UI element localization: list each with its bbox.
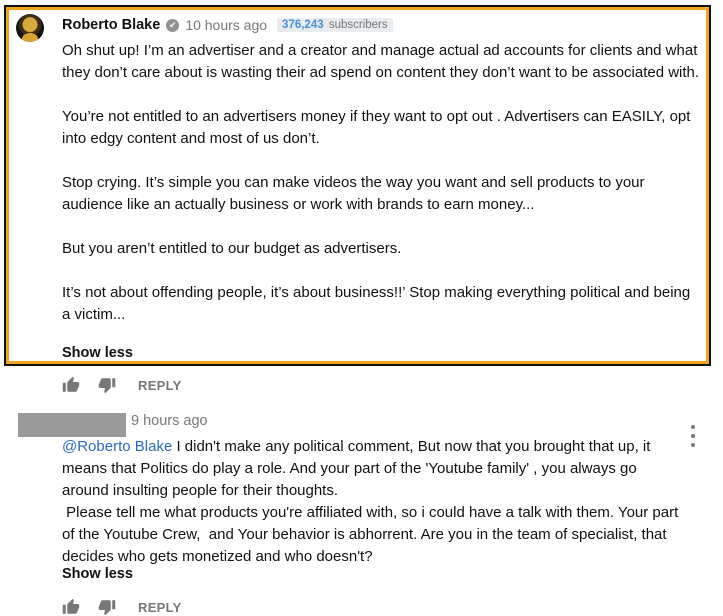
show-less-link[interactable]: Show less bbox=[62, 345, 133, 361]
subscriber-count: 376,243 bbox=[282, 19, 324, 31]
comment-text: @Roberto Blake I didn't make any politic… bbox=[62, 436, 682, 568]
comment-text: Oh shut up! I’m an advertiser and a crea… bbox=[62, 40, 702, 326]
verified-check-icon: ✔ bbox=[166, 18, 180, 32]
show-less-link[interactable]: Show less bbox=[62, 566, 133, 582]
comment-paragraph: But you aren’t entitled to our budget as… bbox=[62, 240, 402, 257]
subscriber-label: subscribers bbox=[328, 19, 388, 31]
comment-paragraph: It’s not about offending people, it’s ab… bbox=[62, 284, 691, 323]
thumbs-up-icon[interactable] bbox=[62, 598, 80, 616]
thumbs-down-icon[interactable] bbox=[98, 376, 116, 394]
subscriber-count-badge: 376,243 subscribers bbox=[277, 18, 393, 32]
comment-paragraph: Oh shut up! I’m an advertiser and a crea… bbox=[62, 42, 700, 81]
comment-paragraph: Please tell me what products you're affi… bbox=[62, 504, 683, 565]
comment-actions: REPLY bbox=[62, 376, 182, 394]
author-avatar[interactable] bbox=[16, 14, 44, 42]
comment-timestamp[interactable]: 9 hours ago bbox=[131, 413, 208, 429]
comment-timestamp[interactable]: 10 hours ago bbox=[185, 17, 267, 33]
comment-actions: REPLY bbox=[62, 598, 182, 616]
comment-header: Roberto Blake ✔ 10 hours ago 376,243 sub… bbox=[62, 15, 393, 35]
comment-paragraph: Stop crying. It’s simple you can make vi… bbox=[62, 174, 645, 213]
mention-link[interactable]: @Roberto Blake bbox=[62, 438, 172, 455]
reply-button[interactable]: REPLY bbox=[138, 378, 182, 393]
thumbs-up-icon[interactable] bbox=[62, 376, 80, 394]
author-name[interactable]: Roberto Blake bbox=[62, 17, 160, 33]
reply-button[interactable]: REPLY bbox=[138, 600, 182, 615]
more-options-icon[interactable] bbox=[686, 425, 700, 447]
comment-paragraph: @Roberto Blake I didn't make any politic… bbox=[62, 436, 682, 502]
thumbs-down-icon[interactable] bbox=[98, 598, 116, 616]
redacted-author-name bbox=[18, 413, 126, 437]
comment-paragraph: You’re not entitled to an advertisers mo… bbox=[62, 108, 691, 147]
